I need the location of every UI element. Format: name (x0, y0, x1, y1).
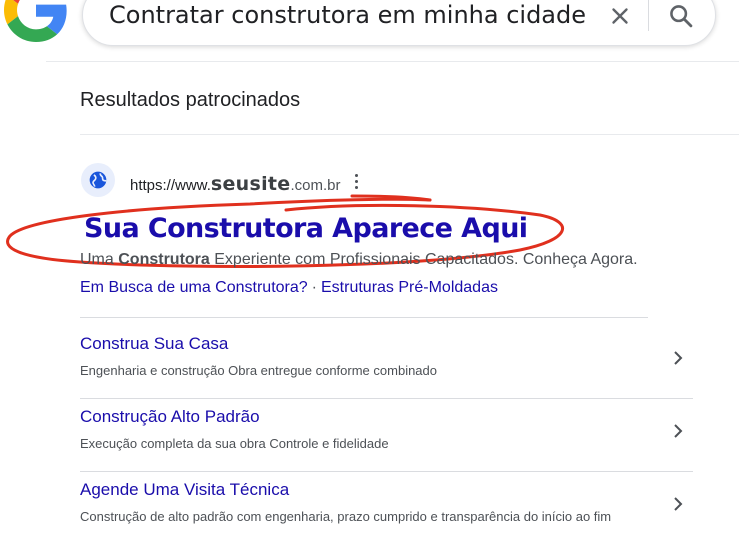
sitelinks-divider (80, 317, 648, 318)
globe-icon (89, 171, 107, 189)
ad-description: Uma Construtora Experiente com Profissio… (80, 251, 638, 269)
sponsored-heading: Resultados patrocinados (80, 89, 301, 111)
chevron-right-icon[interactable] (672, 350, 684, 366)
chevron-right-icon[interactable] (672, 496, 684, 512)
inline-sitelinks: Em Busca de uma Construtora? · Estruturas … (80, 279, 498, 297)
search-input[interactable]: Contratar construtora em minha cidade (109, 1, 586, 29)
sitelink-description: Construção de alto padrão com engenharia… (80, 509, 612, 524)
sitelink-description: Execução completa da sua obra Controle e… (80, 436, 389, 451)
sitelink-construa-sua-casa[interactable]: Construa Sua Casa Engenharia e construçã… (80, 334, 693, 407)
search-divider (648, 0, 649, 31)
row-divider (80, 471, 693, 472)
url-brand: seusite (210, 173, 291, 195)
inline-link-busca[interactable]: Em Busca de uma Construtora? (80, 279, 308, 296)
desc-end: Experiente com Profissionais Capacitados… (209, 251, 638, 268)
ad-title-link[interactable]: Sua Construtora Aparece Aqui (84, 213, 528, 244)
sitelink-alto-padrao[interactable]: Construção Alto Padrão Execução completa… (80, 407, 693, 480)
chevron-right-icon[interactable] (672, 423, 684, 439)
sitelink-title[interactable]: Construa Sua Casa (80, 334, 228, 354)
inline-link-estruturas[interactable]: Estruturas Pré-Moldadas (321, 279, 498, 296)
sitelink-visita-tecnica[interactable]: Agende Uma Visita Técnica Construção de … (80, 480, 693, 553)
close-icon[interactable] (607, 3, 633, 29)
sitelink-title[interactable]: Agende Uma Visita Técnica (80, 480, 289, 500)
more-options-icon[interactable] (353, 174, 361, 192)
sitelink-description: Engenharia e construção Obra entregue co… (80, 363, 437, 378)
google-logo[interactable] (4, 0, 68, 42)
desc-keyword: Construtora (118, 251, 210, 268)
url-suffix: .com.br (290, 177, 341, 194)
header-divider (46, 61, 739, 62)
search-icon[interactable] (667, 2, 695, 30)
ad-url[interactable]: https://www.seusite.com.br (130, 173, 341, 195)
search-box[interactable]: Contratar construtora em minha cidade (82, 0, 716, 46)
url-prefix: https://www. (130, 177, 211, 194)
site-favicon[interactable] (81, 163, 115, 197)
inline-separator: · (311, 279, 317, 296)
sitelink-title[interactable]: Construção Alto Padrão (80, 407, 260, 427)
row-divider (80, 398, 693, 399)
desc-start: Uma (80, 251, 119, 268)
sponsored-divider (80, 134, 739, 135)
